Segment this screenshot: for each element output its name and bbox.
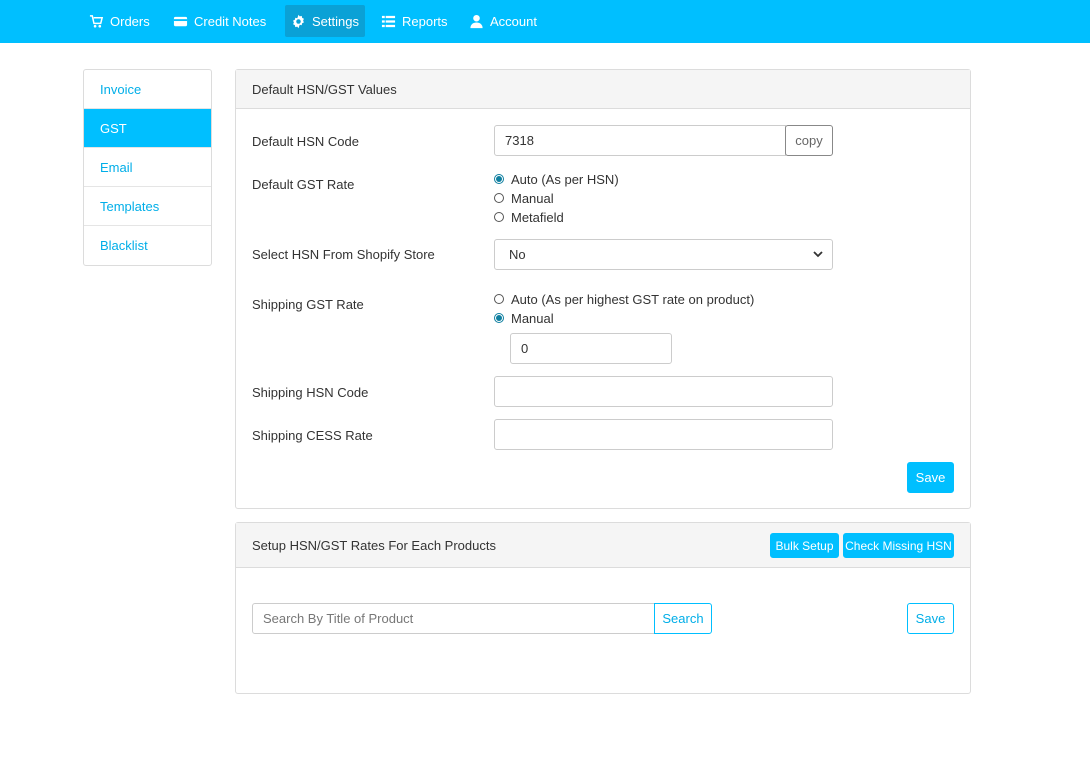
top-navbar: Orders Credit Notes Settings Reports Acc…: [0, 0, 1090, 43]
nav-credit-notes-label: Credit Notes: [194, 13, 267, 29]
default-gst-rate-label: Default GST Rate: [252, 177, 355, 192]
nav-orders-label: Orders: [110, 13, 150, 29]
radio-label: Auto (As per HSN): [511, 171, 619, 187]
check-missing-hsn-button[interactable]: Check Missing HSN: [843, 533, 954, 558]
shipping-hsn-code-label: Shipping HSN Code: [252, 385, 369, 400]
nav-credit-notes[interactable]: Credit Notes: [167, 5, 272, 37]
save-defaults-button[interactable]: Save: [907, 462, 954, 493]
credit-card-icon: [173, 16, 188, 26]
default-hsn-code-input[interactable]: 7318: [494, 125, 786, 156]
radio-label: Manual: [511, 190, 554, 206]
gst-rate-metafield-option[interactable]: Metafield: [494, 209, 564, 225]
default-hsn-gst-panel: Default HSN/GST Values Default HSN Code …: [235, 69, 971, 509]
panel-title: Setup HSN/GST Rates For Each Products: [252, 537, 496, 553]
shipping-hsn-code-input[interactable]: [494, 376, 833, 407]
radio-button[interactable]: [494, 294, 504, 304]
nav-account-label: Account: [490, 13, 537, 29]
search-button[interactable]: Search: [654, 603, 712, 634]
radio-label: Manual: [511, 310, 554, 326]
list-icon: [381, 15, 396, 27]
select-hsn-value: No: [509, 247, 526, 262]
panel-title: Default HSN/GST Values: [252, 81, 397, 97]
nav-orders[interactable]: Orders: [83, 5, 156, 37]
sidebar-item-gst[interactable]: GST: [84, 109, 211, 148]
sidebar-item-invoice[interactable]: Invoice: [84, 70, 211, 109]
radio-button[interactable]: [494, 193, 504, 203]
default-hsn-code-label: Default HSN Code: [252, 134, 359, 149]
nav-reports[interactable]: Reports: [375, 5, 454, 37]
radio-label: Auto (As per highest GST rate on product…: [511, 291, 755, 307]
copy-button[interactable]: copy: [785, 125, 833, 156]
sidebar-item-blacklist[interactable]: Blacklist: [84, 226, 211, 265]
shipping-cess-rate-input[interactable]: [494, 419, 833, 450]
product-search-input[interactable]: Search By Title of Product: [252, 603, 655, 634]
shipping-gst-manual-input[interactable]: 0: [510, 333, 672, 364]
panel-heading: Default HSN/GST Values: [236, 70, 970, 109]
sidebar-item-templates[interactable]: Templates: [84, 187, 211, 226]
shipping-gst-auto-option[interactable]: Auto (As per highest GST rate on product…: [494, 291, 754, 307]
chevron-down-icon: [813, 251, 823, 258]
settings-sidebar: Invoice GST Email Templates Blacklist: [83, 69, 212, 266]
gear-icon: [293, 14, 304, 28]
radio-button[interactable]: [494, 174, 504, 184]
shipping-gst-manual-option[interactable]: Manual: [494, 310, 554, 326]
radio-button[interactable]: [494, 212, 504, 222]
search-placeholder: Search By Title of Product: [263, 611, 414, 626]
cart-icon: [89, 14, 104, 27]
nav-reports-label: Reports: [402, 13, 448, 29]
sidebar-item-email[interactable]: Email: [84, 148, 211, 187]
select-hsn-dropdown[interactable]: No: [494, 239, 833, 270]
nav-account[interactable]: Account: [463, 5, 543, 37]
gst-rate-auto-option[interactable]: Auto (As per HSN): [494, 171, 619, 187]
panel-heading: Setup HSN/GST Rates For Each Products Bu…: [236, 523, 970, 568]
default-hsn-code-value: 7318: [505, 133, 534, 148]
shipping-cess-rate-label: Shipping CESS Rate: [252, 428, 373, 443]
shipping-gst-manual-value: 0: [521, 341, 529, 356]
shipping-gst-rate-label: Shipping GST Rate: [252, 297, 364, 312]
save-products-button[interactable]: Save: [907, 603, 954, 634]
nav-settings[interactable]: Settings: [285, 5, 365, 37]
gst-rate-manual-option[interactable]: Manual: [494, 190, 554, 206]
user-icon: [470, 14, 483, 28]
select-hsn-label: Select HSN From Shopify Store: [252, 247, 435, 262]
bulk-setup-button[interactable]: Bulk Setup: [770, 533, 839, 558]
radio-button[interactable]: [494, 313, 504, 323]
product-hsn-gst-panel: Setup HSN/GST Rates For Each Products Bu…: [235, 522, 971, 694]
nav-settings-label: Settings: [312, 13, 359, 29]
radio-label: Metafield: [511, 209, 564, 225]
